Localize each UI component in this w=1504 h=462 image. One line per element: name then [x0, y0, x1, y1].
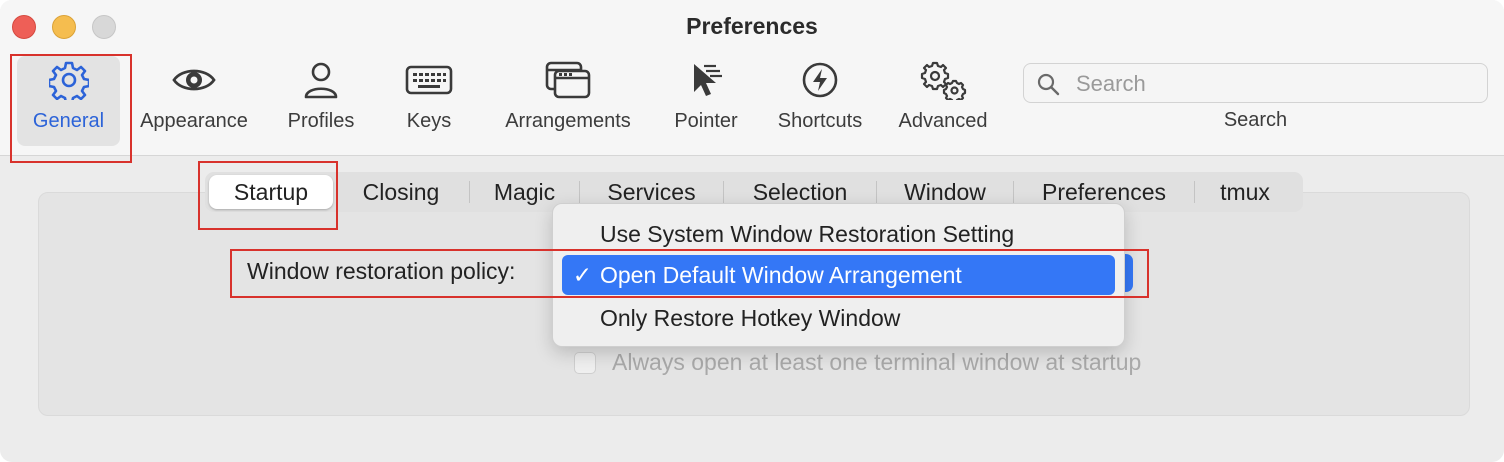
toolbar-item-label: Profiles [287, 110, 355, 132]
menu-item-use-system-setting[interactable]: Use System Window Restoration Setting [562, 214, 1115, 254]
toolbar-item-pointer[interactable]: Pointer [664, 56, 748, 146]
menu-item-label: Only Restore Hotkey Window [600, 304, 901, 331]
window-title: Preferences [686, 13, 818, 39]
toolbar-item-profiles[interactable]: Profiles [278, 56, 364, 146]
toolbar-item-general[interactable]: General [17, 56, 120, 146]
tab-startup[interactable]: Startup [209, 175, 333, 209]
search-caption: Search [1223, 109, 1288, 131]
menu-item-label: Open Default Window Arrangement [600, 261, 962, 288]
toolbar-item-label: Pointer [674, 110, 738, 132]
bolt-icon [800, 56, 840, 104]
toolbar-item-label: Shortcuts [777, 110, 863, 132]
always-open-window-option: Always open at least one terminal window… [574, 349, 1141, 376]
search-input[interactable] [1074, 68, 1478, 100]
pointer-icon [686, 56, 726, 104]
search-field[interactable] [1023, 63, 1488, 103]
keyboard-icon [405, 56, 453, 104]
toolbar-item-label: Arrangements [505, 110, 631, 132]
search-icon [1036, 72, 1060, 101]
gear-icon [48, 56, 89, 104]
window-restoration-policy-label: Window restoration policy: [247, 258, 516, 284]
toolbar-item-label: Appearance [140, 110, 248, 132]
toolbar-item-keys[interactable]: Keys [394, 56, 464, 146]
tab-closing[interactable]: Closing [333, 172, 469, 212]
person-icon [301, 56, 341, 104]
menu-item-only-restore-hotkey[interactable]: Only Restore Hotkey Window [562, 298, 1115, 338]
toolbar-item-arrangements[interactable]: Arrangements [490, 56, 646, 146]
restoration-policy-menu: Use System Window Restoration Setting ✓ … [552, 203, 1125, 347]
toolbar-item-shortcuts[interactable]: Shortcuts [768, 56, 872, 146]
toolbar: Preferences General Appearance Profiles … [0, 0, 1504, 156]
gears-icon [919, 56, 967, 104]
checkmark-icon: ✓ [572, 261, 592, 288]
toolbar-item-label: General [32, 110, 105, 132]
toolbar-item-appearance[interactable]: Appearance [132, 56, 256, 146]
eye-icon [171, 56, 217, 104]
menu-item-label: Use System Window Restoration Setting [600, 220, 1015, 247]
toolbar-item-label: Keys [406, 110, 452, 132]
toolbar-item-advanced[interactable]: Advanced [890, 56, 996, 146]
always-open-window-label: Always open at least one terminal window… [612, 349, 1142, 375]
menu-item-open-default-arrangement[interactable]: ✓ Open Default Window Arrangement [562, 255, 1115, 295]
tab-tmux[interactable]: tmux [1195, 172, 1295, 212]
windows-icon [544, 56, 592, 104]
preferences-window: Preferences General Appearance Profiles … [0, 0, 1504, 462]
always-open-window-checkbox[interactable] [574, 351, 596, 374]
toolbar-item-label: Advanced [898, 110, 988, 132]
